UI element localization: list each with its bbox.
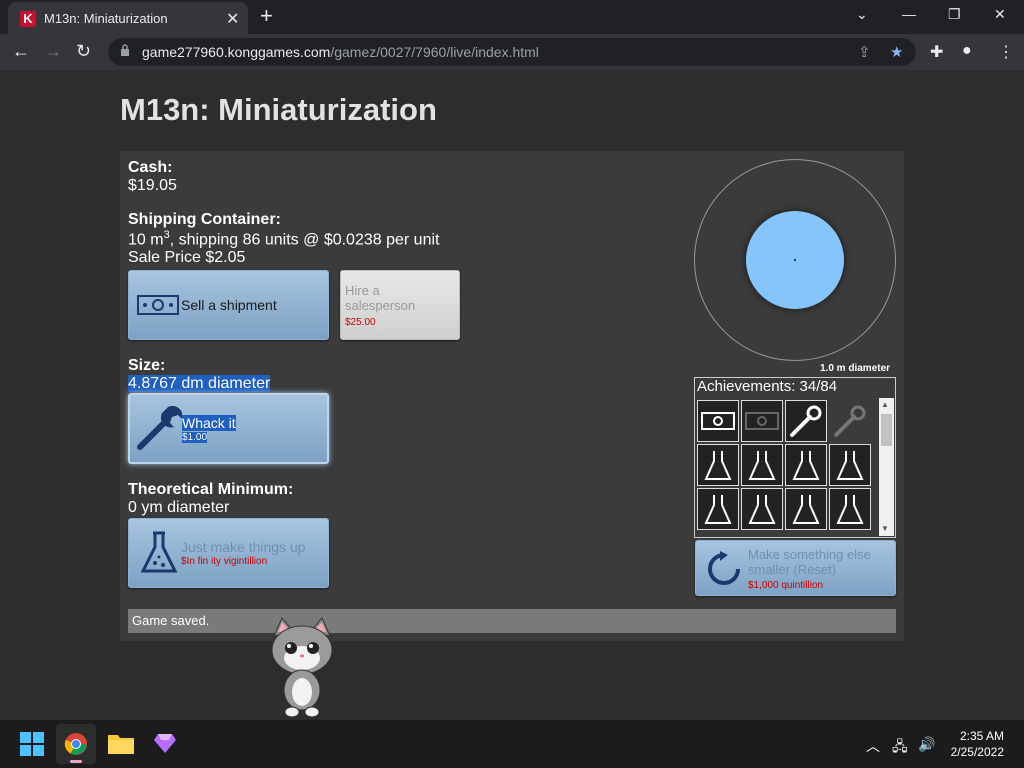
status-bar: Game saved. — [128, 609, 896, 633]
scroll-down-icon[interactable]: ▼ — [881, 524, 889, 533]
bookmark-star-icon[interactable]: ★ — [890, 43, 903, 61]
clock-time: 2:35 AM — [959, 729, 1004, 743]
reset-price: $1,000 quintillion — [748, 580, 824, 591]
menu-icon[interactable]: ⋮ — [998, 42, 1014, 62]
theoretical-minimum-label: Theoretical Minimum: — [128, 481, 294, 498]
achievement-wrench-icon[interactable] — [785, 400, 827, 442]
restore-icon[interactable]: ❐ — [948, 6, 961, 23]
forward-icon[interactable]: → — [44, 41, 62, 62]
cash-label: Cash: — [128, 159, 173, 176]
achievement-cash-locked-icon[interactable] — [741, 400, 783, 442]
url-text: game277960.konggames.com/gamez/0027/7960… — [142, 44, 539, 60]
chrome-icon — [64, 733, 87, 755]
profile-icon[interactable]: ● — [962, 42, 972, 60]
scroll-thumb[interactable] — [881, 414, 892, 446]
tab-title: M13n: Miniaturization — [44, 11, 168, 26]
extensions-icon[interactable]: ✚ — [930, 42, 943, 62]
size-label: Size: — [128, 357, 166, 374]
status-text: Game saved. — [132, 613, 210, 628]
show-hidden-icons-icon[interactable]: ︿ — [866, 736, 880, 756]
hire-salesperson-price: $25.00 — [345, 317, 376, 328]
hire-salesperson-button[interactable]: Hire a salesperson $25.00 — [340, 270, 460, 340]
achievement-flask-icon[interactable] — [697, 488, 739, 530]
browser-tab-bar: K M13n: Miniaturization ✕ + ⌄ — ❐ ✕ — [0, 0, 1024, 34]
whack-it-button[interactable]: Whack it $1.00 — [128, 393, 329, 464]
flask-icon — [141, 531, 177, 573]
sell-shipment-label: Sell a shipment — [181, 297, 277, 313]
active-indicator — [70, 760, 82, 763]
gem-app-icon[interactable] — [154, 732, 176, 754]
url-host: game277960.konggames.com — [142, 44, 331, 60]
size-value: 4.8767 dm diameter — [128, 375, 271, 392]
achievement-wrench-locked-icon[interactable] — [829, 400, 871, 442]
minimize-icon[interactable]: — — [902, 6, 916, 22]
diameter-caption: 1.0 m diameter — [820, 363, 891, 374]
sale-price: Sale Price $2.05 — [128, 249, 246, 267]
cash-value: $19.05 — [128, 177, 177, 194]
clock-date: 2/25/2022 — [950, 745, 1004, 759]
chrome-taskbar-button[interactable] — [56, 724, 96, 764]
tab-close-icon[interactable]: ✕ — [226, 9, 239, 29]
wrench-icon — [137, 405, 182, 450]
achievements-panel: Achievements: 34/84 ▲ ▼ — [694, 377, 896, 538]
achievements-scrollbar[interactable]: ▲ ▼ — [879, 398, 894, 536]
windows-start-icon[interactable] — [20, 732, 44, 756]
make-things-up-button[interactable]: Just make things up $In fin ity vigintil… — [128, 518, 329, 588]
achievement-flask-icon[interactable] — [785, 444, 827, 486]
achievement-flask-icon[interactable] — [741, 444, 783, 486]
volume-icon[interactable]: 🔊 — [918, 736, 935, 753]
lock-icon — [121, 44, 129, 56]
taskbar: ︿ 🖧 🔊 2:35 AM 2/25/2022 — [0, 720, 1024, 768]
achievement-flask-icon[interactable] — [829, 444, 871, 486]
address-bar[interactable]: game277960.konggames.com/gamez/0027/7960… — [108, 38, 916, 66]
theoretical-minimum-value: 0 ym diameter — [128, 499, 230, 516]
file-explorer-icon[interactable] — [108, 732, 134, 754]
game-panel: Cash: $19.05 Shipping Container: 10 m3, … — [120, 151, 904, 641]
cash-section: Cash: $19.05 — [128, 159, 177, 195]
achievement-flask-icon[interactable] — [697, 444, 739, 486]
page-content: M13n: Miniaturization Cash: $19.05 Shipp… — [0, 70, 1024, 720]
share-icon[interactable]: ⇪ — [858, 43, 871, 61]
shipping-size: 10 m — [128, 231, 164, 249]
sell-shipment-button[interactable]: Sell a shipment — [128, 270, 329, 340]
achievement-flask-icon[interactable] — [741, 488, 783, 530]
kitten-mascot-icon — [271, 617, 333, 718]
scroll-up-icon[interactable]: ▲ — [881, 400, 889, 409]
make-things-up-label: Just make things up — [181, 539, 306, 555]
game-title: M13n: Miniaturization — [120, 92, 437, 127]
shipping-label: Shipping Container: — [128, 211, 281, 228]
network-icon[interactable]: 🖧 — [892, 736, 908, 760]
browser-tab[interactable]: K M13n: Miniaturization ✕ — [8, 2, 248, 34]
reset-label: Make something else smaller (Reset) — [748, 547, 871, 577]
browser-toolbar: ← → ↻ game277960.konggames.com/gamez/002… — [0, 34, 1024, 70]
achievements-label: Achievements: 34/84 — [697, 378, 838, 395]
shipping-section: Shipping Container: 10 m3, shipping 86 u… — [128, 211, 439, 267]
tab-search-icon[interactable]: ⌄ — [856, 6, 868, 23]
theoretical-minimum-section: Theoretical Minimum: 0 ym diameter — [128, 481, 293, 517]
center-dot — [794, 259, 796, 261]
reset-icon — [708, 551, 740, 585]
achievement-flask-icon[interactable] — [785, 488, 827, 530]
new-tab-icon[interactable]: + — [260, 5, 273, 27]
cash-icon — [137, 295, 179, 315]
hire-salesperson-label: Hire a salesperson — [345, 283, 416, 313]
achievement-cash-icon[interactable] — [697, 400, 739, 442]
reset-button[interactable]: Make something else smaller (Reset) $1,0… — [695, 540, 896, 596]
close-window-icon[interactable]: ✕ — [994, 6, 1006, 23]
url-path: /gamez/0027/7960/live/index.html — [330, 44, 539, 60]
kongregate-favicon-icon: K — [20, 11, 36, 27]
shipping-detail: , shipping 86 units @ $0.0238 per unit — [169, 231, 440, 249]
make-things-up-price: $In fin ity vigintillion — [181, 556, 268, 567]
back-icon[interactable]: ← — [12, 41, 30, 62]
size-section: Size: 4.8767 dm diameter — [128, 357, 271, 393]
whack-it-price: $1.00 — [182, 432, 208, 443]
achievement-flask-icon[interactable] — [829, 488, 871, 530]
whack-it-label: Whack it — [182, 415, 236, 431]
reload-icon[interactable]: ↻ — [76, 41, 91, 62]
achievements-grid[interactable] — [695, 398, 877, 536]
clock[interactable]: 2:35 AM 2/25/2022 — [942, 728, 1004, 760]
